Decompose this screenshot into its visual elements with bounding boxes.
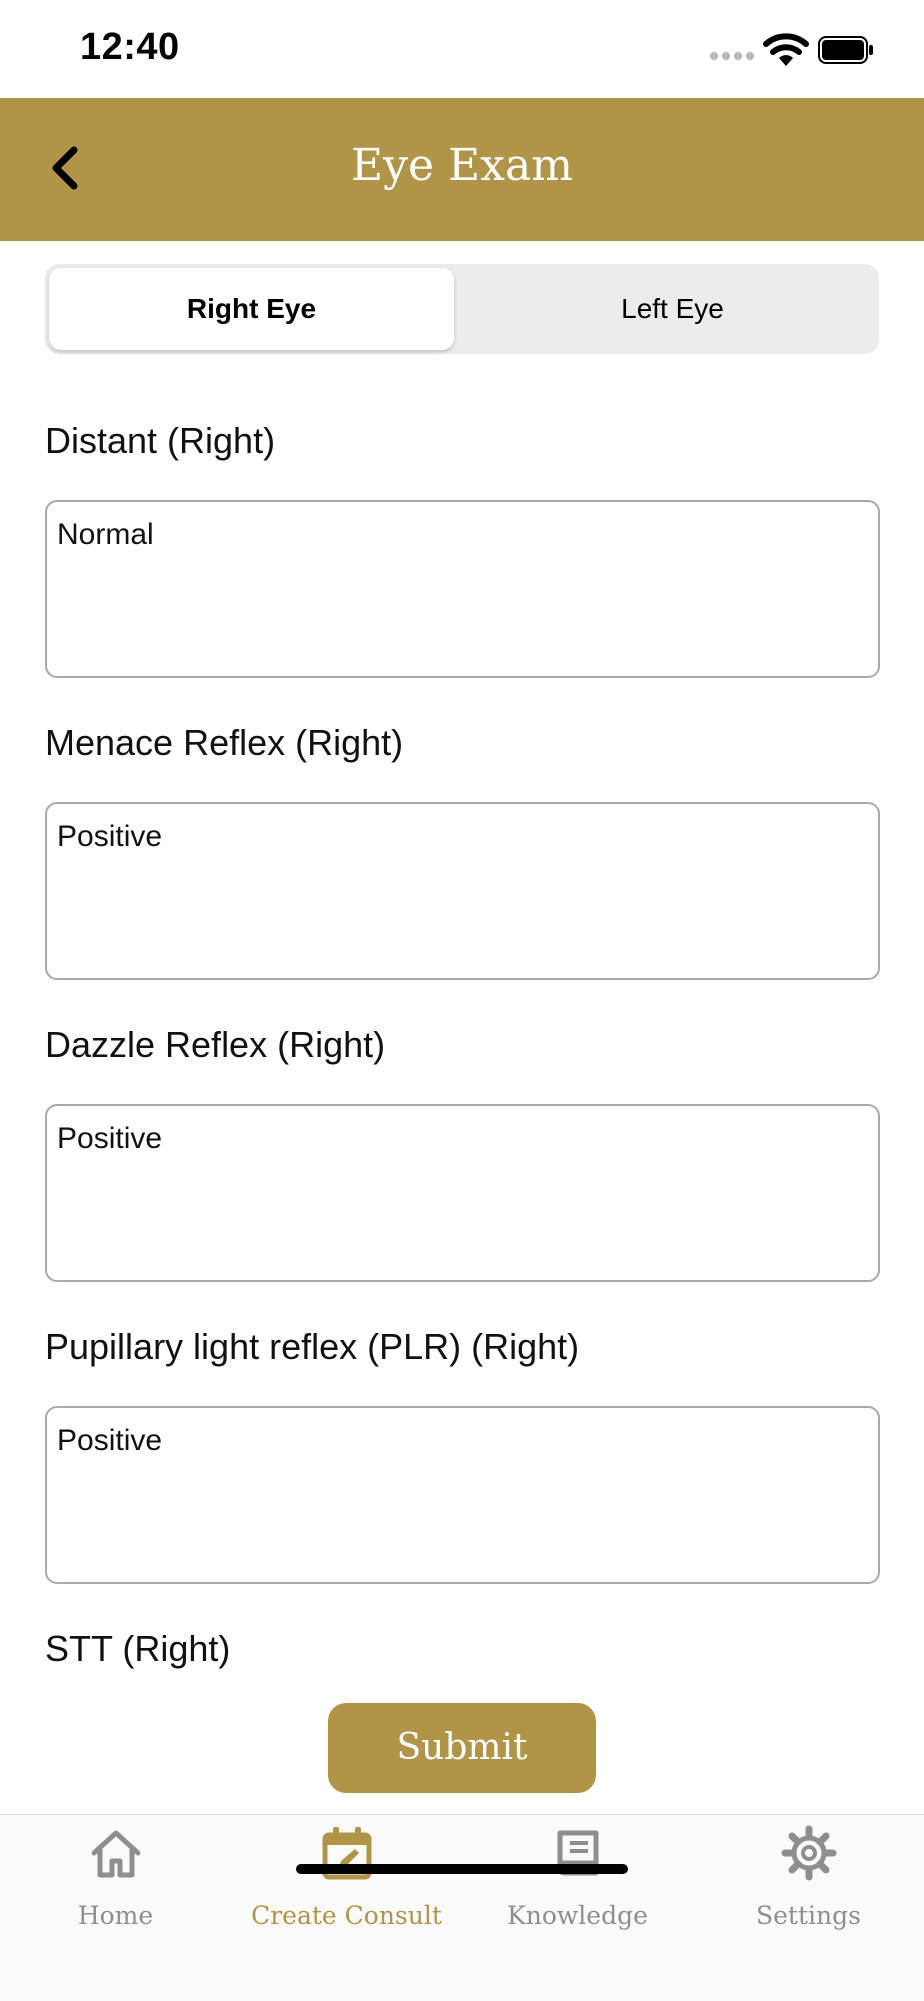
menace-reflex-value: Positive — [57, 820, 163, 853]
wifi-icon — [763, 33, 809, 66]
tab-knowledge-label: Knowledge — [507, 1901, 648, 1930]
distant-input[interactable]: Normal — [45, 500, 880, 678]
tab-bar: Home Create Consult Knowledge Settings — [0, 1814, 924, 2001]
home-icon — [91, 1830, 141, 1878]
tab-knowledge[interactable]: Knowledge — [462, 1815, 693, 1955]
dazzle-reflex-label: Dazzle Reflex (Right) — [45, 1024, 386, 1065]
tab-settings[interactable]: Settings — [693, 1815, 924, 1955]
submit-button[interactable]: Submit — [328, 1703, 596, 1793]
dazzle-reflex-input[interactable]: Positive — [45, 1104, 880, 1282]
battery-icon — [818, 36, 873, 64]
cellular-signal-icon — [710, 52, 756, 62]
page-title: Eye Exam — [351, 140, 573, 191]
tab-create-consult[interactable]: Create Consult — [231, 1815, 462, 1955]
status-time: 12:40 — [80, 26, 180, 68]
segment-left-eye[interactable]: Left Eye — [470, 268, 875, 350]
status-bar: 12:40 — [0, 0, 924, 98]
plr-value: Positive — [57, 1424, 163, 1457]
tab-settings-label: Settings — [756, 1901, 861, 1930]
eye-segmented-control: Right Eye Left Eye — [45, 264, 879, 354]
nav-bar: Eye Exam — [0, 98, 924, 241]
dazzle-reflex-value: Positive — [57, 1122, 163, 1155]
menace-reflex-input[interactable]: Positive — [45, 802, 880, 980]
stt-label: STT (Right) — [45, 1628, 231, 1669]
home-indicator — [296, 1864, 628, 1874]
segment-right-eye[interactable]: Right Eye — [49, 268, 454, 350]
tab-home[interactable]: Home — [0, 1815, 231, 1955]
tab-home-label: Home — [77, 1901, 154, 1930]
tab-create-consult-label: Create Consult — [251, 1901, 442, 1930]
plr-label: Pupillary light reflex (PLR) (Right) — [45, 1326, 580, 1367]
distant-label: Distant (Right) — [45, 420, 276, 461]
distant-value: Normal — [57, 518, 154, 551]
menace-reflex-label: Menace Reflex (Right) — [45, 722, 404, 763]
gear-icon — [781, 1825, 837, 1881]
plr-input[interactable]: Positive — [45, 1406, 880, 1584]
